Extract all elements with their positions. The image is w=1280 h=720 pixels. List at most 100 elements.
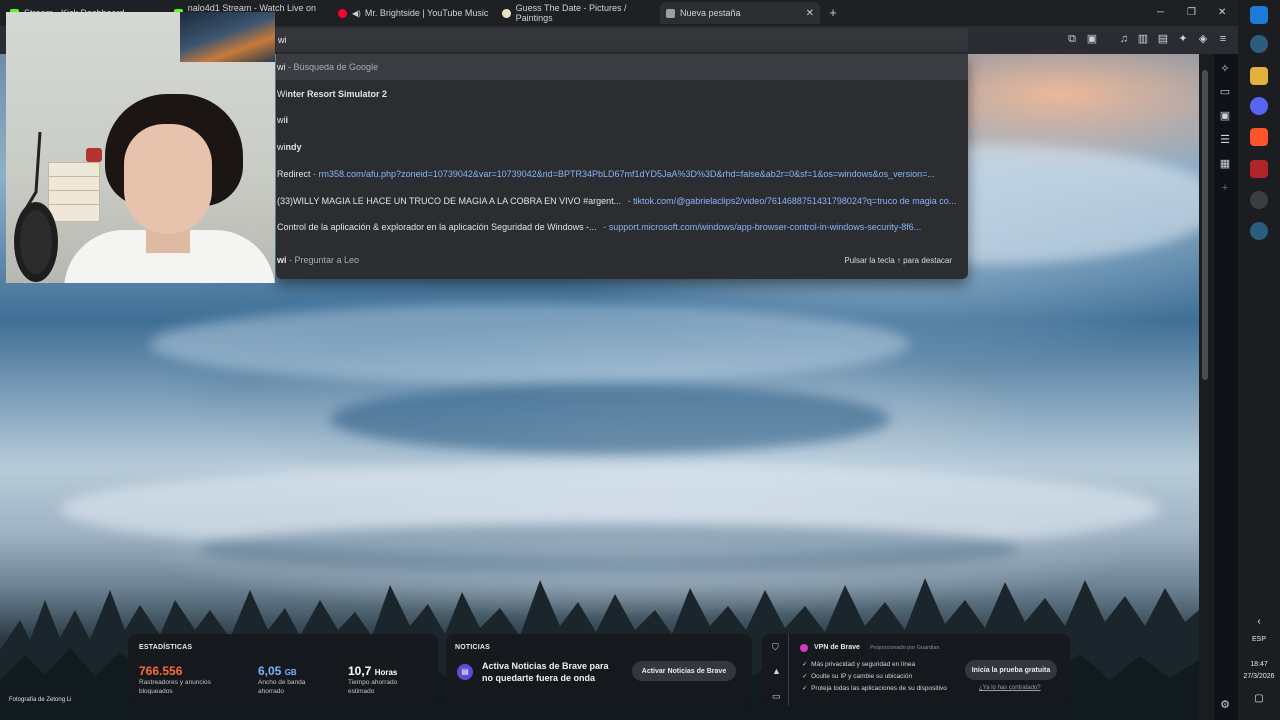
wallet-icon[interactable]: ▣ (1218, 109, 1232, 123)
new-tab-button[interactable]: + (826, 6, 840, 20)
shield-icon[interactable]: ⛉ (772, 642, 779, 653)
suggestion-desc: Preguntar a Leo (294, 255, 360, 265)
settings-icon[interactable]: ⚙ (1218, 698, 1232, 712)
tab-2[interactable]: ◀) Mr. Brightside | YouTube Music (332, 2, 496, 24)
leo-ai-icon[interactable]: ✦ (1177, 33, 1189, 45)
voicemeeter-icon[interactable] (1250, 160, 1268, 178)
stats-widget: ESTADÍSTICAS 766.556 Rastreadores y anun… (128, 634, 438, 706)
stats-title: ESTADÍSTICAS (139, 644, 193, 651)
chevron-left-icon[interactable]: ‹ (1238, 616, 1280, 627)
tab-4[interactable]: Nueva pestaña ✕ (660, 2, 820, 24)
time-value: 10,7 (348, 664, 372, 678)
bookmarks-icon[interactable]: ▦ (1218, 157, 1232, 171)
suggestion-query: wi (277, 255, 287, 265)
suggestion-url: tiktok.com/@gabrielaclips2/video/7614688… (633, 196, 957, 206)
suggestion-item[interactable]: wi i (276, 107, 968, 133)
steam-icon[interactable] (1250, 222, 1268, 240)
suggestion-title: (33)WILLY MAGIA LE HACE UN TRUCO DE MAGI… (277, 196, 622, 206)
suggestion-item[interactable]: wi ndy (276, 134, 968, 160)
separator: - (600, 222, 609, 232)
add-icon[interactable]: + (1218, 181, 1232, 195)
suggestion-completion: ndy (285, 142, 302, 152)
tab-label: Nueva pestaña (680, 8, 741, 18)
suggestion-completion: nter Resort Simulator 2 (287, 89, 388, 99)
time-unit: Horas (374, 668, 398, 677)
music-icon[interactable]: ♫ (1118, 33, 1130, 45)
wallet-icon[interactable]: ▤ (1157, 33, 1169, 45)
suggestion-ask-leo[interactable]: wi - Preguntar a Leo Pulsar la tecla ↑ p… (276, 247, 968, 273)
keyboard-hint: Pulsar la tecla ↑ para destacar (844, 255, 952, 265)
suggestion-match: wi (277, 142, 286, 152)
sidebar-icon[interactable]: ▥ (1137, 33, 1149, 45)
activate-news-button[interactable]: Activar Noticias de Brave (632, 661, 736, 681)
vpn-icon[interactable]: ◈ (1197, 33, 1209, 45)
time-label: Tiempo ahorrado estimado (348, 679, 398, 695)
obs-icon[interactable] (1250, 191, 1268, 209)
wall-poster (180, 12, 275, 62)
vpn-feature-1: Más privacidad y seguridad en línea (811, 661, 916, 668)
suggestion-title: Control de la aplicación & explorador en… (277, 222, 597, 232)
suggestion-item[interactable]: Wi nter Resort Simulator 2 (276, 81, 968, 107)
screenshot-icon[interactable]: ▣ (1086, 33, 1098, 45)
windows-start-icon[interactable] (1250, 6, 1268, 24)
suggestion-query: wi (277, 62, 286, 72)
alert-icon[interactable]: ▲ (772, 666, 781, 676)
separator: - (625, 196, 634, 206)
vpn-provider: Proporcionado por Guardian (870, 645, 940, 651)
vpn-feature-3: Proteja todas las aplicaciones de su dis… (811, 685, 947, 692)
separator: - (310, 169, 319, 179)
youtube-music-icon (338, 8, 347, 18)
suggestion-desc: Búsqueda de Google (293, 62, 379, 72)
microphone (14, 132, 58, 282)
extension-icon[interactable]: ⧉ (1066, 33, 1078, 45)
suggestion-completion: i (285, 115, 289, 125)
bandwidth-value: 6,05 (258, 664, 282, 678)
scrollbar-thumb[interactable] (1202, 70, 1208, 380)
notification-icon[interactable]: ▢ (1238, 693, 1280, 704)
clock-time[interactable]: 18:47 (1238, 661, 1280, 668)
bandwidth-label: Ancho de banda ahorrado (258, 679, 306, 695)
steam-icon[interactable] (1250, 35, 1268, 53)
newspaper-icon: ▤ (457, 664, 473, 680)
suggestion-history[interactable]: Control de la aplicación & explorador en… (276, 214, 968, 240)
news-text: Activa Noticias de Brave para no quedart… (482, 661, 609, 683)
suggestion-history[interactable]: Redirect - rm358.com/afu.php?zoneid=1073… (276, 161, 968, 187)
start-trial-button[interactable]: Inicia la prueba gratuita (965, 660, 1057, 680)
menu-icon[interactable]: ≡ (1217, 33, 1229, 45)
vpn-logo-icon (800, 644, 808, 652)
speaker-icon: ◀) (352, 8, 361, 18)
suggestion-history[interactable]: (33)WILLY MAGIA LE HACE UN TRUCO DE MAGI… (276, 188, 968, 214)
news-title: NOTICIAS (455, 644, 491, 651)
chat-icon[interactable]: ▭ (772, 691, 781, 702)
file-explorer-icon[interactable] (1250, 67, 1268, 85)
tab-3[interactable]: Guess The Date - Pictures / Paintings (496, 2, 660, 24)
suggestion-title: Redirect (277, 169, 311, 179)
vpn-widget: ⛉ ▲ ▭ VPN de Brave Proporcionado por Gua… (762, 634, 1070, 706)
brave-icon[interactable] (1250, 128, 1268, 146)
globe-icon (502, 8, 511, 18)
windows-taskbar (1238, 0, 1280, 720)
suggestion-match: Wi (277, 89, 288, 99)
close-tab-icon[interactable]: ✕ (806, 8, 814, 19)
already-subscribed-link[interactable]: ¿Ya lo has contratado? (979, 685, 1041, 691)
leo-icon[interactable]: ✧ (1218, 62, 1232, 76)
news-widget: NOTICIAS ▤ Activa Noticias de Brave para… (446, 634, 752, 706)
clock-date[interactable]: 27/3/2026 (1238, 673, 1280, 680)
tab-icon[interactable]: ▭ (1218, 85, 1232, 99)
tab-label: Mr. Brightside | YouTube Music (364, 8, 489, 18)
language-indicator[interactable]: ESP (1238, 636, 1280, 643)
close-window-icon[interactable]: ✕ (1218, 7, 1226, 18)
photo-credit[interactable]: Fotografía de Zetong Li (9, 697, 71, 703)
discord-icon[interactable] (1250, 97, 1268, 115)
separator: - (286, 255, 295, 265)
minimize-icon[interactable]: ─ (1157, 7, 1164, 18)
webcam-overlay (6, 12, 275, 283)
separator: - (285, 62, 294, 72)
reading-list-icon[interactable]: ☰ (1218, 133, 1232, 147)
vpn-feature-2: Oculte su IP y cambie su ubicación (811, 673, 913, 680)
suggestion-match: wi (277, 115, 286, 125)
suggestion-url: rm358.com/afu.php?zoneid=10739042&var=10… (318, 169, 935, 179)
suggestion-search[interactable]: wi - Búsqueda de Google (276, 54, 968, 80)
address-bar-input[interactable] (276, 28, 968, 52)
maximize-icon[interactable]: ❐ (1187, 7, 1196, 18)
